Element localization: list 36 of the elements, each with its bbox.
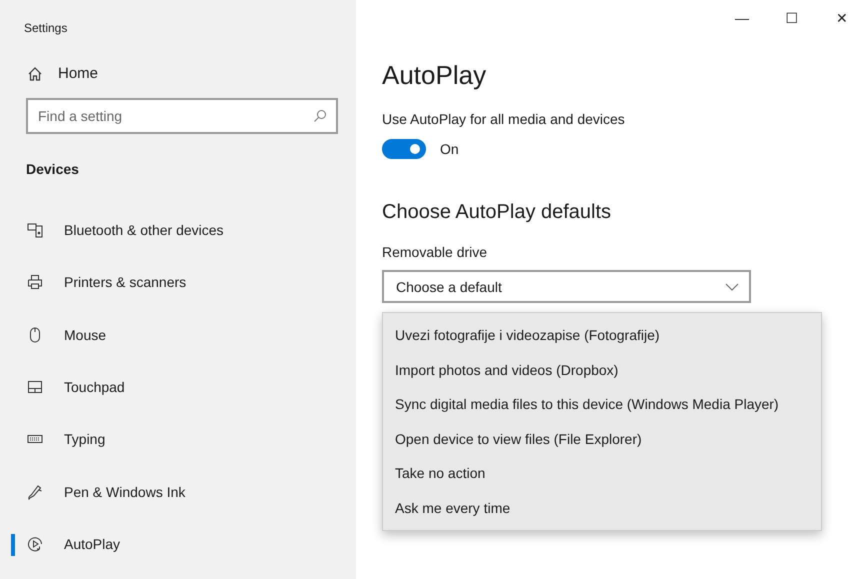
nav-item[interactable]: AutoPlay bbox=[0, 518, 356, 570]
home-link[interactable]: Home bbox=[0, 55, 98, 92]
menu-option[interactable]: Sync digital media files to this device (Windows Media Player) bbox=[383, 387, 821, 422]
touchpad-icon bbox=[27, 379, 43, 396]
nav-item[interactable]: Bluetooth & other devices bbox=[0, 204, 356, 256]
menu-option[interactable]: Take no action bbox=[383, 456, 821, 490]
nav-item[interactable]: Printers & scanners bbox=[0, 256, 356, 309]
mouse-icon bbox=[27, 326, 43, 343]
nav-item[interactable]: Touchpad bbox=[0, 360, 356, 414]
maximize-button[interactable]: ☐ bbox=[767, 0, 817, 40]
dropdown-label: Removable drive bbox=[382, 244, 488, 260]
nav-item[interactable]: Mouse bbox=[0, 308, 356, 361]
toggle-state: On bbox=[440, 141, 459, 157]
default-dropdown[interactable]: Choose a default bbox=[382, 270, 751, 303]
chevron-icon bbox=[725, 282, 739, 290]
menu-option[interactable]: Open device to view files (File Explorer) bbox=[383, 422, 821, 456]
menu-option[interactable]: Import photos and videos (Dropbox) bbox=[383, 352, 821, 387]
toggle-label: Use AutoPlay for all media and devices bbox=[382, 111, 625, 127]
device-icon bbox=[27, 222, 43, 238]
search-field[interactable]: Find a setting bbox=[26, 98, 338, 134]
minimize-button[interactable]: — bbox=[717, 0, 767, 40]
window-title: Settings bbox=[23, 20, 68, 37]
section-heading: Choose AutoPlay defaults bbox=[382, 201, 612, 224]
play-circle-icon bbox=[27, 536, 43, 552]
pen-icon bbox=[27, 484, 43, 500]
nav-item[interactable]: Pen & Windows Ink bbox=[0, 465, 356, 518]
nav-item[interactable]: Typing bbox=[0, 413, 356, 466]
menu-option[interactable]: Ask me every time bbox=[383, 490, 821, 525]
home-icon bbox=[27, 66, 43, 82]
page-title: AutoPlay bbox=[382, 60, 486, 91]
printer-icon bbox=[27, 274, 43, 290]
toggle-switch[interactable] bbox=[382, 139, 426, 159]
menu-option[interactable]: Uvezi fotografije i videozapise (Fotografije) bbox=[383, 318, 821, 352]
section-heading: Devices bbox=[25, 160, 79, 179]
search-icon bbox=[313, 109, 327, 123]
close-button[interactable]: ✕ bbox=[817, 0, 867, 40]
